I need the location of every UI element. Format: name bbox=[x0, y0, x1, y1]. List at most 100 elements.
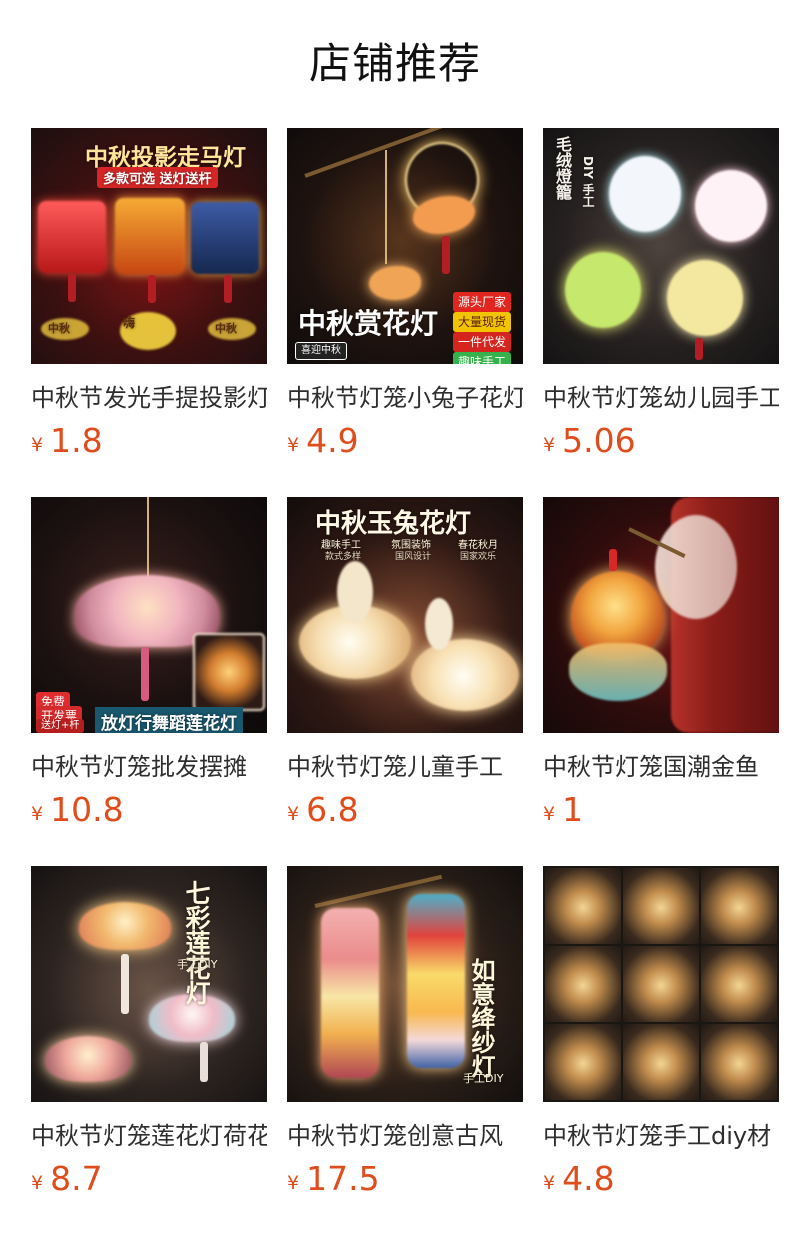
product-image-8-tag: 手工DIY bbox=[463, 1072, 504, 1085]
diy-lantern-cell-3 bbox=[701, 868, 777, 944]
product-image-6[interactable] bbox=[543, 497, 779, 733]
price-row-3: ¥5.06 bbox=[543, 421, 779, 461]
product-card-6[interactable]: 中秋节灯笼国潮金鱼 ¥1 bbox=[543, 497, 779, 866]
product-price-9: 4.8 bbox=[562, 1159, 615, 1198]
image-tag-2-1: 源头厂家 bbox=[453, 292, 512, 312]
product-image-8[interactable]: 如意绛纱灯 手工DIY bbox=[287, 866, 523, 1102]
currency-symbol-4: ¥ bbox=[31, 803, 44, 825]
product-grid: 中秋投影走马灯 多款可选 送灯送杆 嗨 中秋 中秋 中秋节发光手提投影灯 ¥1.… bbox=[31, 128, 790, 1235]
sticker-1: 嗨 bbox=[123, 316, 136, 330]
feature-5-2-sub: 国风设计 bbox=[395, 552, 432, 562]
tassel-2 bbox=[148, 275, 156, 303]
lantern-string-4 bbox=[147, 497, 149, 585]
lotus-top-7 bbox=[79, 902, 171, 950]
sticker-2: 中秋 bbox=[48, 322, 70, 335]
goldfish-tail-6 bbox=[569, 643, 667, 701]
tassel-4 bbox=[442, 236, 450, 274]
product-image-9[interactable] bbox=[543, 866, 779, 1102]
product-image-3[interactable]: 毛绒燈籠 DIY 手工 bbox=[543, 128, 779, 364]
product-card-9[interactable]: 中秋节灯笼手工diy材 ¥4.8 bbox=[543, 866, 779, 1235]
product-name-2[interactable]: 中秋节灯笼小兔子花灯 bbox=[287, 382, 523, 414]
diy-lantern-cell-2 bbox=[623, 868, 699, 944]
product-name-5[interactable]: 中秋节灯笼儿童手工 bbox=[287, 751, 523, 783]
product-image-3-title-left: 毛绒燈籠 bbox=[553, 136, 572, 200]
product-price-4: 10.8 bbox=[50, 790, 124, 829]
diy-lantern-cell-5 bbox=[623, 946, 699, 1022]
product-card-8[interactable]: 如意绛纱灯 手工DIY 中秋节灯笼创意古风 ¥17.5 bbox=[287, 866, 523, 1235]
product-image-4-headline: 放灯行舞蹈莲花灯 bbox=[95, 707, 243, 733]
product-price-3: 5.06 bbox=[562, 421, 636, 460]
product-image-5-headline: 中秋玉兔花灯 bbox=[315, 509, 472, 539]
currency-symbol-7: ¥ bbox=[31, 1172, 44, 1194]
product-image-7[interactable]: 七彩莲花灯 手工DIY bbox=[31, 866, 267, 1102]
product-name-8[interactable]: 中秋节灯笼创意古风 bbox=[287, 1120, 523, 1152]
product-card-3[interactable]: 毛绒燈籠 DIY 手工 中秋节灯笼幼儿园手工 ¥5.06 bbox=[543, 128, 779, 497]
product-image-7-title: 七彩莲花灯 bbox=[182, 880, 211, 1005]
flower-light-3 bbox=[369, 266, 421, 300]
product-image-2[interactable]: 中秋赏花灯 源头厂家 大量现货 一件代发 趣味手工 喜迎中秋 bbox=[287, 128, 523, 364]
product-image-1[interactable]: 中秋投影走马灯 多款可选 送灯送杆 嗨 中秋 中秋 bbox=[31, 128, 267, 364]
price-row-1: ¥1.8 bbox=[31, 421, 267, 461]
product-name-1[interactable]: 中秋节发光手提投影灯 bbox=[31, 382, 267, 414]
feature-5-3-sub: 国家欢乐 bbox=[460, 552, 497, 562]
hanging-lantern-8-1 bbox=[321, 908, 379, 1078]
price-row-6: ¥1 bbox=[543, 790, 779, 830]
diy-lantern-cell-6 bbox=[701, 946, 777, 1022]
product-name-9[interactable]: 中秋节灯笼手工diy材 bbox=[543, 1120, 779, 1152]
currency-symbol-2: ¥ bbox=[287, 434, 300, 456]
diy-lantern-cell-8 bbox=[623, 1024, 699, 1100]
lantern-orange-1 bbox=[115, 198, 185, 274]
lotus-bottom-7 bbox=[45, 1036, 131, 1082]
rabbit-ear-5-1 bbox=[337, 561, 373, 623]
product-name-6[interactable]: 中秋节灯笼国潮金鱼 bbox=[543, 751, 779, 783]
product-price-8: 17.5 bbox=[306, 1159, 380, 1198]
product-price-1: 1.8 bbox=[50, 421, 103, 460]
sticker-3: 中秋 bbox=[215, 322, 237, 335]
product-image-1-subline: 多款可选 送灯送杆 bbox=[97, 167, 218, 188]
product-name-7[interactable]: 中秋节灯笼莲花灯荷花 bbox=[31, 1120, 267, 1152]
tassel-3 bbox=[224, 275, 232, 303]
hanging-lantern-8-2 bbox=[407, 894, 465, 1068]
product-image-3-title-right: DIY 手工 bbox=[581, 156, 595, 208]
tassel-6 bbox=[141, 647, 149, 701]
rabbit-lantern-5-2 bbox=[411, 639, 519, 711]
tassel-5 bbox=[695, 338, 703, 360]
currency-symbol-1: ¥ bbox=[31, 434, 44, 456]
diy-lantern-cell-9 bbox=[701, 1024, 777, 1100]
product-image-5[interactable]: 中秋玉兔花灯 趣味手工 氛围装饰 春花秋月 款式多样 国风设计 国家欢乐 bbox=[287, 497, 523, 733]
product-name-3[interactable]: 中秋节灯笼幼儿园手工 bbox=[543, 382, 779, 414]
currency-symbol-6: ¥ bbox=[543, 803, 556, 825]
price-row-4: ¥10.8 bbox=[31, 790, 267, 830]
currency-symbol-8: ¥ bbox=[287, 1172, 300, 1194]
lantern-blue-1 bbox=[191, 202, 259, 274]
product-price-6: 1 bbox=[562, 790, 584, 829]
rabbit-ear-5-2 bbox=[425, 598, 453, 650]
price-row-5: ¥6.8 bbox=[287, 790, 523, 830]
diy-lantern-cell-4 bbox=[545, 946, 621, 1022]
product-card-7[interactable]: 七彩莲花灯 手工DIY 中秋节灯笼莲花灯荷花 ¥8.7 bbox=[31, 866, 267, 1235]
product-price-2: 4.9 bbox=[306, 421, 359, 460]
product-name-4[interactable]: 中秋节灯笼批发摆摊 bbox=[31, 751, 267, 783]
image-tag-2-3: 一件代发 bbox=[453, 332, 512, 352]
currency-symbol-5: ¥ bbox=[287, 803, 300, 825]
price-row-8: ¥17.5 bbox=[287, 1159, 523, 1199]
lantern-string-2 bbox=[385, 150, 387, 264]
product-image-2-headline: 中秋赏花灯 bbox=[298, 307, 439, 340]
product-price-5: 6.8 bbox=[306, 790, 359, 829]
product-card-4[interactable]: 免费 开发票 送灯+杆 放灯行舞蹈莲花灯 中秋节灯笼批发摆摊 ¥10.8 bbox=[31, 497, 267, 866]
product-card-2[interactable]: 中秋赏花灯 源头厂家 大量现货 一件代发 趣味手工 喜迎中秋 中秋节灯笼小兔子花… bbox=[287, 128, 523, 497]
page-title: 店铺推荐 bbox=[308, 39, 481, 88]
plush-rabbit-1 bbox=[609, 156, 681, 232]
product-image-4[interactable]: 免费 开发票 送灯+杆 放灯行舞蹈莲花灯 bbox=[31, 497, 267, 733]
inset-image-4 bbox=[193, 633, 265, 711]
price-row-2: ¥4.9 bbox=[287, 421, 523, 461]
product-image-8-title: 如意绛纱灯 bbox=[467, 958, 495, 1078]
price-row-7: ¥8.7 bbox=[31, 1159, 267, 1199]
product-card-1[interactable]: 中秋投影走马灯 多款可选 送灯送杆 嗨 中秋 中秋 中秋节发光手提投影灯 ¥1.… bbox=[31, 128, 267, 497]
product-card-5[interactable]: 中秋玉兔花灯 趣味手工 氛围装饰 春花秋月 款式多样 国风设计 国家欢乐 中秋节… bbox=[287, 497, 523, 866]
currency-symbol-3: ¥ bbox=[543, 434, 556, 456]
plush-dragon-1 bbox=[565, 252, 641, 328]
image-tag-2-4: 趣味手工 bbox=[453, 352, 512, 364]
tassel-7 bbox=[609, 549, 617, 571]
plush-lion-1 bbox=[667, 260, 743, 336]
